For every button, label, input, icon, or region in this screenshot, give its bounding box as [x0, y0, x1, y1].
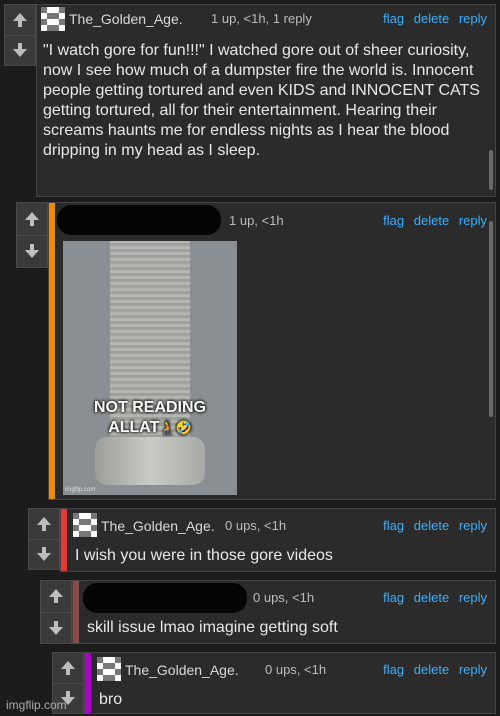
arrow-up-icon	[37, 516, 51, 531]
comment-2: 1 up, <1h flag delete reply NOT READING …	[48, 202, 496, 500]
identicon-avatar-icon[interactable]	[41, 7, 65, 31]
arrow-up-icon	[25, 211, 39, 226]
comment-header: The_Golden_Age. 1 up, <1h, 1 reply flag …	[37, 5, 495, 31]
thread-stripe	[61, 509, 67, 571]
delete-link[interactable]: delete	[414, 590, 449, 605]
downvote-button[interactable]	[29, 538, 59, 570]
downvote-button[interactable]	[5, 34, 35, 66]
meme-emoji: 🧎🤣	[159, 420, 192, 435]
downvote-button[interactable]	[41, 611, 71, 644]
comment-text: "I watch gore for fun!!!" I watched gore…	[43, 42, 480, 159]
comment-meta: 1 up, <1h	[229, 213, 284, 228]
arrow-up-icon	[13, 12, 27, 27]
comment-meta: 0 ups, <1h	[225, 518, 287, 533]
meme-caption-line2: ALLAT🧎🤣	[63, 419, 237, 437]
reply-link[interactable]: reply	[459, 590, 487, 605]
comment-meta: 1 up, <1h, 1 reply	[211, 11, 312, 26]
comment-4: 0 ups, <1h flag delete reply skill issue…	[72, 580, 496, 644]
flag-link[interactable]: flag	[383, 662, 404, 677]
identicon-avatar-icon[interactable]	[73, 513, 97, 537]
flag-link[interactable]: flag	[383, 590, 404, 605]
imgflip-watermark: imgflip.com	[6, 698, 67, 712]
flag-link[interactable]: flag	[383, 11, 404, 26]
comment-3: The_Golden_Age. 0 ups, <1h flag delete r…	[60, 508, 496, 572]
flag-link[interactable]: flag	[383, 213, 404, 228]
upvote-button[interactable]	[53, 653, 83, 683]
comment-actions: flag delete reply	[377, 11, 487, 26]
delete-link[interactable]: delete	[414, 662, 449, 677]
scrollbar[interactable]	[489, 150, 493, 190]
vote-box-3	[28, 508, 60, 570]
reply-link[interactable]: reply	[459, 662, 487, 677]
meme-image[interactable]: NOT READING ALLAT🧎🤣 imgflip.com	[63, 241, 237, 495]
scrollbar[interactable]	[489, 221, 493, 417]
arrow-down-icon	[49, 620, 63, 635]
username[interactable]: The_Golden_Age.	[69, 11, 183, 27]
comment-actions: flag delete reply	[377, 662, 487, 677]
thread-stripe	[49, 203, 55, 499]
username[interactable]: The_Golden_Age.	[101, 518, 215, 534]
upvote-button[interactable]	[29, 509, 59, 539]
comment-1: The_Golden_Age. 1 up, <1h, 1 reply flag …	[36, 4, 496, 197]
paper-roll-cylinder	[95, 437, 205, 485]
comment-text: skill issue lmao imagine getting soft	[87, 619, 338, 636]
meme-watermark: imgflip.com	[65, 487, 96, 493]
vote-box-1	[4, 4, 36, 66]
username[interactable]: The_Golden_Age.	[125, 662, 239, 678]
thread-stripe	[73, 581, 79, 643]
comment-5: The_Golden_Age. 0 ups, <1h flag delete r…	[84, 652, 496, 714]
arrow-down-icon	[25, 244, 39, 259]
flag-link[interactable]: flag	[383, 518, 404, 533]
arrow-down-icon	[13, 43, 27, 58]
comment-actions: flag delete reply	[377, 213, 487, 228]
comment-text: bro	[99, 691, 123, 708]
comment-actions: flag delete reply	[377, 518, 487, 533]
meme-caption-line1: NOT READING	[94, 399, 206, 416]
arrow-down-icon	[37, 547, 51, 562]
redacted-username	[83, 583, 247, 613]
upvote-button[interactable]	[17, 203, 47, 235]
downvote-button[interactable]	[17, 234, 47, 268]
comment-actions: flag delete reply	[377, 590, 487, 605]
redacted-username	[57, 205, 221, 235]
delete-link[interactable]: delete	[414, 518, 449, 533]
identicon-avatar-icon[interactable]	[97, 657, 121, 681]
vote-box-4	[40, 580, 72, 644]
delete-link[interactable]: delete	[414, 11, 449, 26]
arrow-up-icon	[49, 589, 63, 604]
comment-meta: 0 ups, <1h	[253, 590, 315, 605]
comment-text: I wish you were in those gore videos	[75, 547, 333, 564]
reply-link[interactable]: reply	[459, 11, 487, 26]
arrow-up-icon	[61, 660, 75, 675]
thread-stripe	[85, 653, 91, 713]
meme-caption-text: ALLAT	[108, 419, 160, 436]
reply-link[interactable]: reply	[459, 213, 487, 228]
vote-box-2	[16, 202, 48, 268]
upvote-button[interactable]	[5, 5, 35, 35]
delete-link[interactable]: delete	[414, 213, 449, 228]
comment-meta: 0 ups, <1h	[265, 662, 327, 677]
upvote-button[interactable]	[41, 581, 71, 612]
reply-link[interactable]: reply	[459, 518, 487, 533]
